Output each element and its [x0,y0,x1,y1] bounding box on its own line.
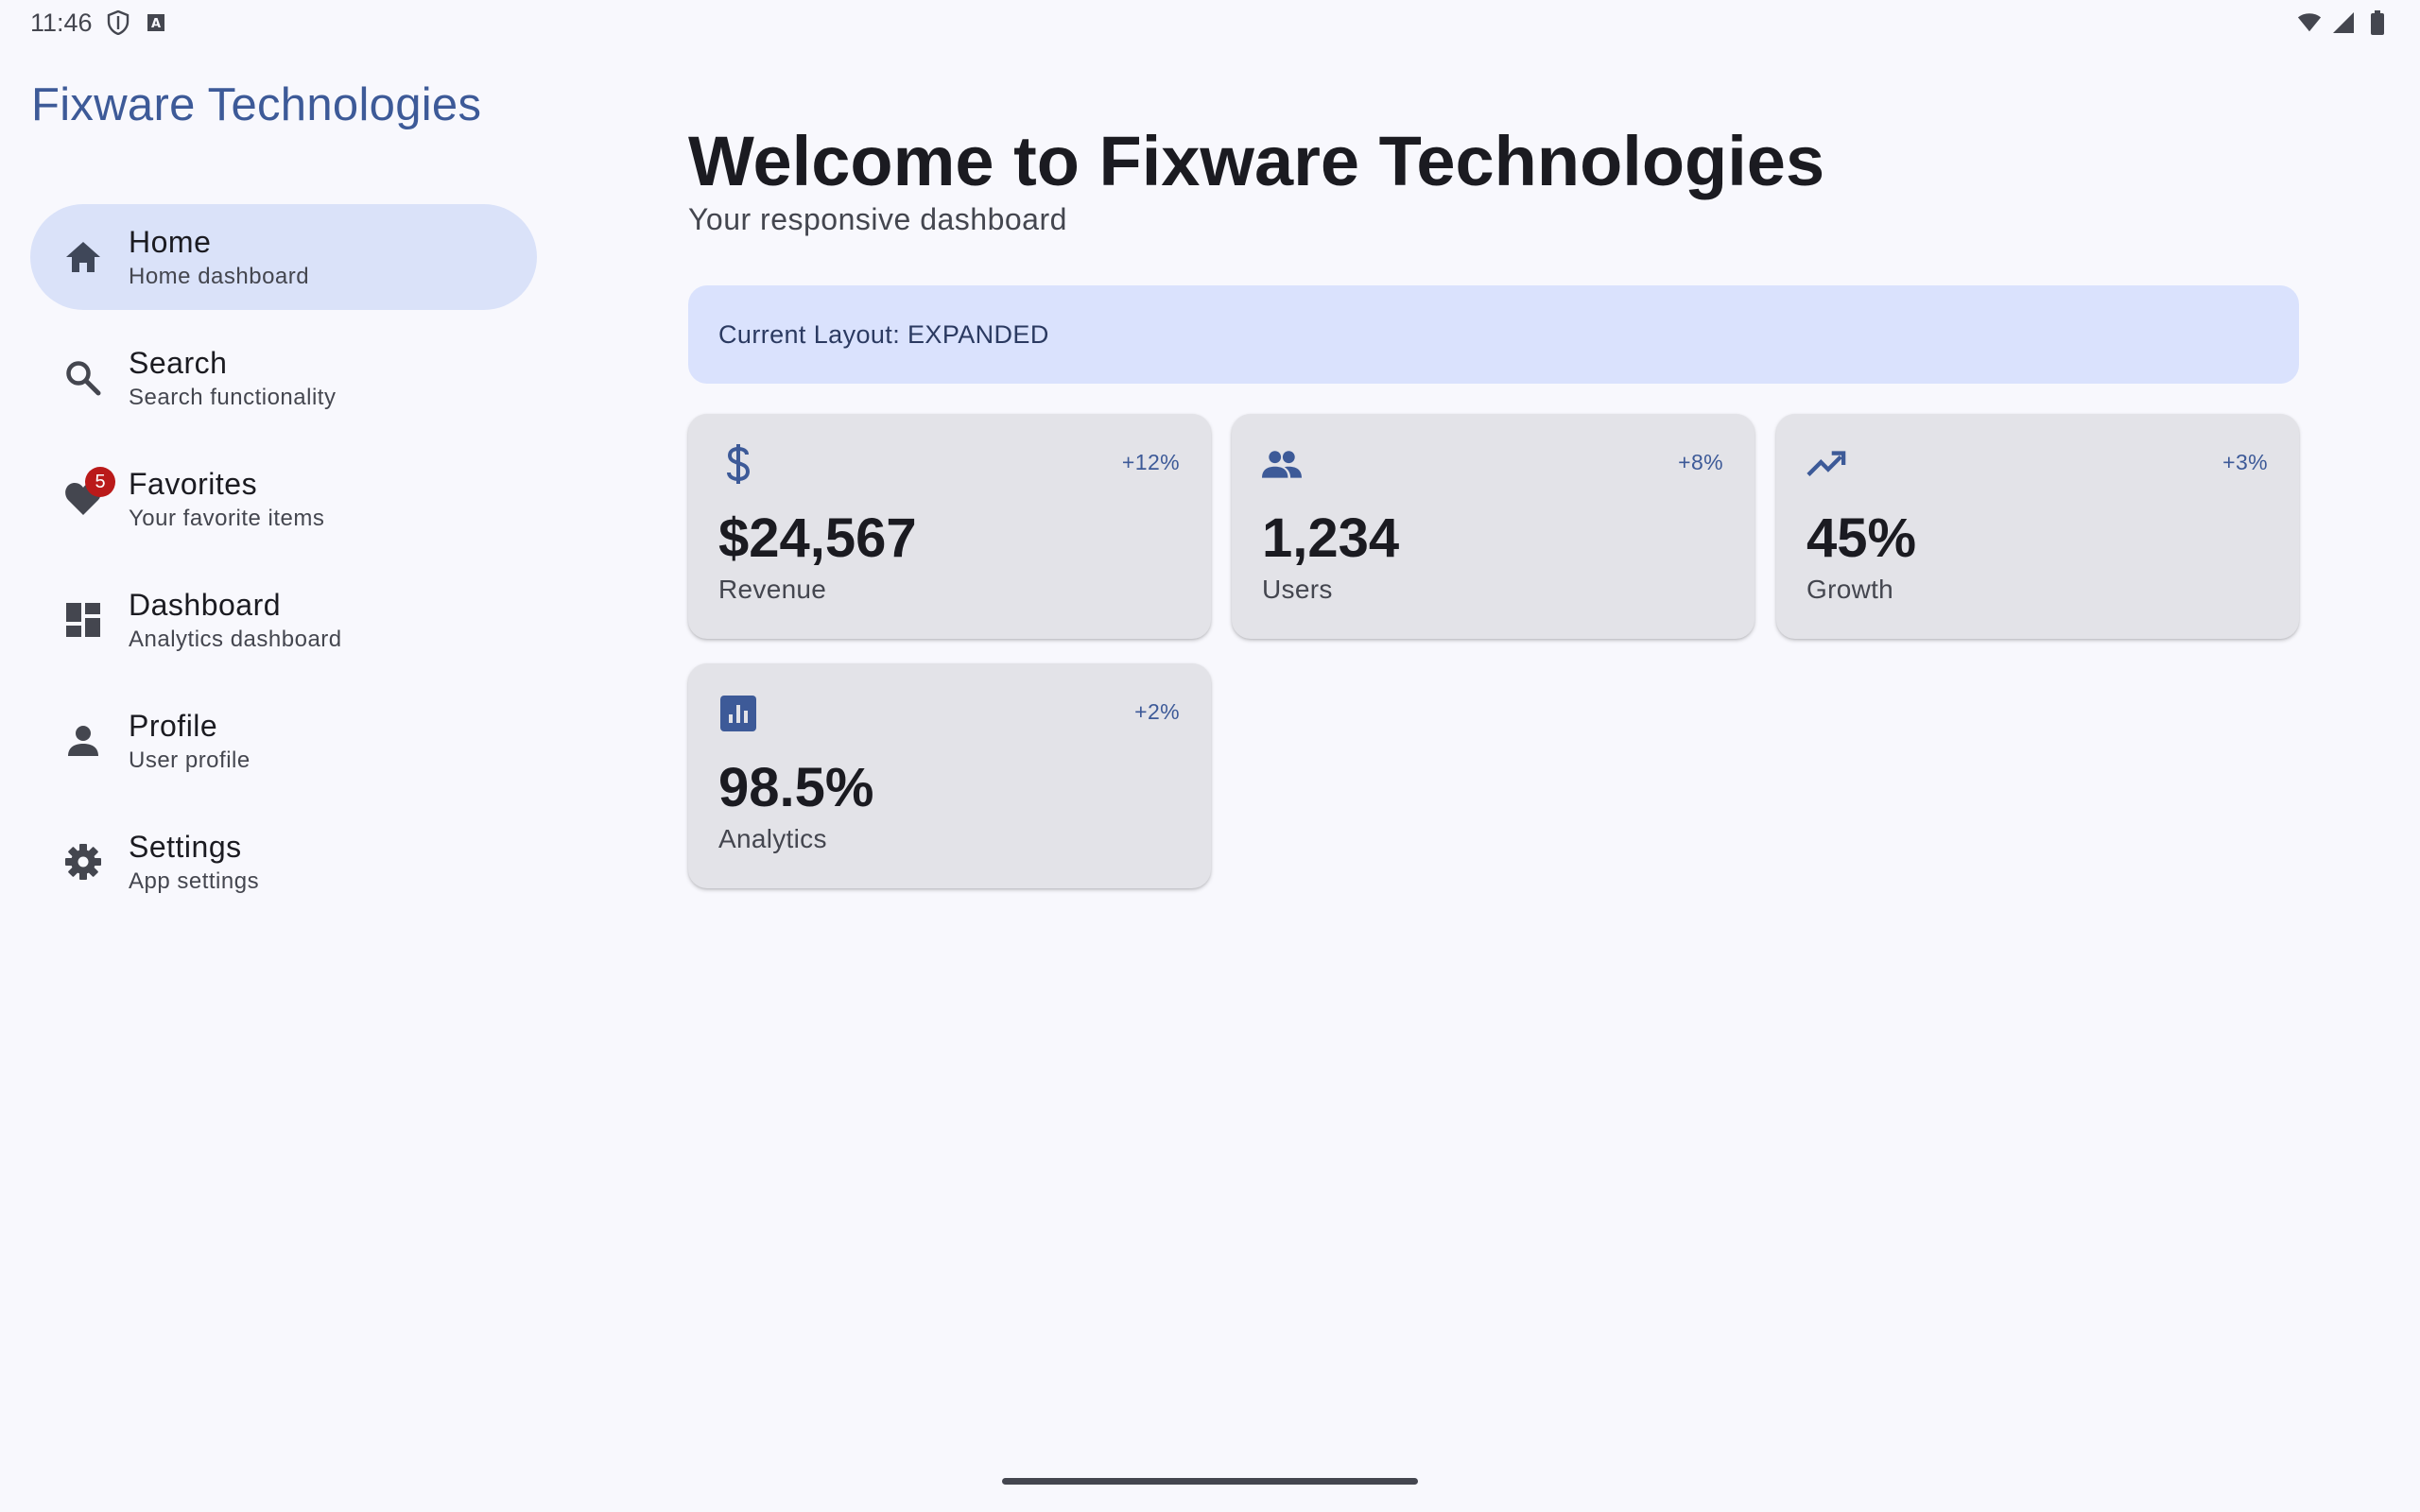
nav-subtitle: Search functionality [129,385,337,410]
search-icon [62,357,104,399]
layout-banner: Current Layout: EXPANDED [688,285,2299,384]
keyboard-a-icon: A [144,10,168,35]
stat-card-revenue[interactable]: +12% $24,567 Revenue [688,414,1211,639]
nav-subtitle: Analytics dashboard [129,627,342,652]
nav-subtitle: User profile [129,747,251,773]
change-indicator: +3% [2222,450,2268,474]
app-title: Fixware Technologies [31,79,482,130]
battery-icon [2365,10,2390,35]
nav-label: Search [129,346,228,380]
stat-value: 45% [1806,507,1917,569]
nav-item-home[interactable]: Home Home dashboard [30,204,537,310]
screen: 11:46 A Fixware Technologies Home Home d… [0,0,2420,1512]
heart-icon: 5 [62,467,115,520]
nav-label: Favorites [129,467,258,501]
gear-icon [62,841,104,883]
nav-item-settings[interactable]: Settings App settings [30,809,537,915]
stat-label: Analytics [718,824,827,853]
change-indicator: +8% [1678,450,1723,474]
stat-label: Users [1262,575,1333,604]
status-left: 11:46 A [30,9,168,38]
stat-value: 1,234 [1262,507,1400,569]
nav-subtitle: Your favorite items [129,506,325,531]
home-gesture-bar[interactable] [1002,1478,1418,1485]
change-indicator: +12% [1121,450,1180,474]
nav-label: Home [129,225,212,259]
people-icon [1262,444,1302,484]
nav-item-profile[interactable]: Profile User profile [30,688,537,794]
stat-value: $24,567 [718,507,917,569]
status-time: 11:46 [30,8,93,37]
dashboard-icon [62,599,104,641]
change-indicator: +2% [1134,699,1180,724]
status-right [2297,10,2390,35]
stat-card-growth[interactable]: +3% 45% Growth [1776,414,2299,639]
page-subtitle: Your responsive dashboard [688,202,1067,236]
navigation-drawer: Fixware Technologies Home Home dashboard… [0,45,567,1512]
nav-item-dashboard[interactable]: Dashboard Analytics dashboard [30,567,537,673]
dollar-icon [718,444,758,484]
page-title: Welcome to Fixware Technologies [688,122,1825,200]
nav-subtitle: Home dashboard [129,264,310,289]
person-icon [62,720,104,762]
nav-subtitle: App settings [129,868,260,894]
svg-text:A: A [151,17,161,31]
nav-label: Profile [129,709,218,743]
cell-signal-icon [2331,10,2356,35]
nav-item-search[interactable]: Search Search functionality [30,325,537,431]
home-icon [62,236,104,278]
wifi-icon [2297,10,2322,35]
nav-label: Settings [129,830,242,864]
shield-icon [106,10,130,35]
stat-card-users[interactable]: +8% 1,234 Users [1232,414,1754,639]
nav-item-favorites[interactable]: 5 Favorites Your favorite items [30,446,537,552]
trending-up-icon [1806,444,1846,484]
status-bar: 11:46 A [0,0,2420,45]
favorites-badge: 5 [85,467,115,497]
stat-card-analytics[interactable]: +2% 98.5% Analytics [688,663,1211,888]
stat-value: 98.5% [718,757,874,818]
nav-label: Dashboard [129,588,282,622]
analytics-icon [718,694,758,733]
stat-label: Growth [1806,575,1894,604]
stat-label: Revenue [718,575,827,604]
